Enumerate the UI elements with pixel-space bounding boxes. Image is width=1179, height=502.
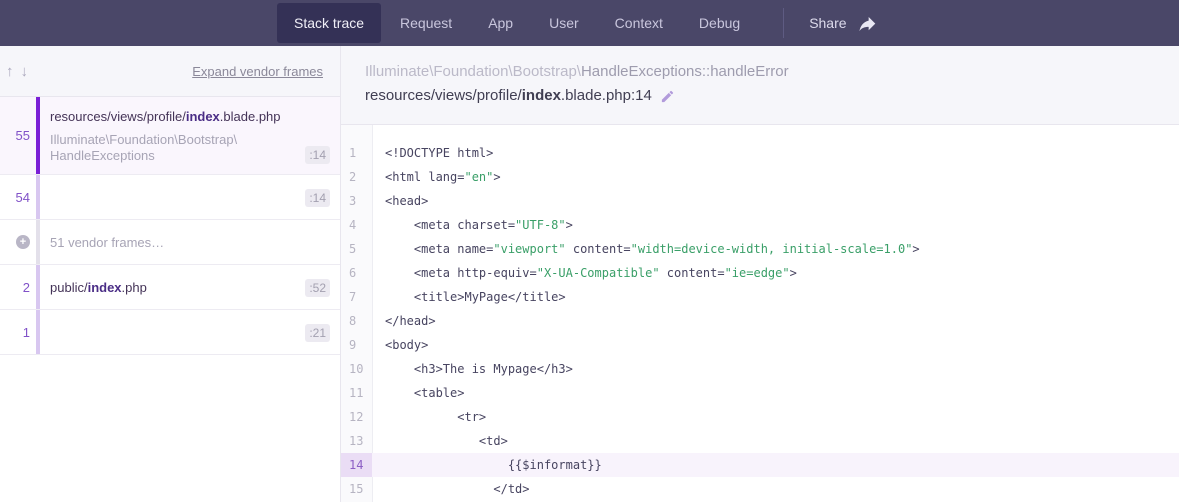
- frame-nav-up-icon[interactable]: ↑: [4, 63, 16, 80]
- line-number: 2: [341, 165, 372, 189]
- code-viewer: 1<!DOCTYPE html>2<html lang="en">3<head>…: [341, 125, 1179, 502]
- code-line: 6 <meta http-equiv="X-UA-Compatible" con…: [341, 261, 1179, 285]
- code-text: </td>: [372, 477, 1179, 501]
- stack-frame-54[interactable]: 54 :14: [0, 175, 340, 220]
- code-text: </head>: [372, 309, 1179, 333]
- code-text: <meta charset="UTF-8">: [372, 213, 1179, 237]
- frame-number: 1: [0, 310, 36, 354]
- code-text: <title>MyPage</title>: [372, 285, 1179, 309]
- share-button-label: Share: [809, 15, 846, 31]
- frame-nav-down-icon[interactable]: ↓: [19, 63, 31, 80]
- tab-request[interactable]: Request: [383, 3, 469, 43]
- code-text: <table>: [372, 381, 1179, 405]
- share-icon[interactable]: [858, 15, 877, 32]
- frames-list: 55 resources/views/profile/index.blade.ph…: [0, 97, 340, 502]
- code-text: <!DOCTYPE html>: [372, 141, 1179, 165]
- frame-file: resources/views/profile/index.blade.php: [50, 108, 330, 125]
- code-line: 12 <tr>: [341, 405, 1179, 429]
- code-text: <meta name="viewport" content="width=dev…: [372, 237, 1179, 261]
- line-number-badge: :52: [305, 279, 330, 297]
- plus-circle-icon[interactable]: +: [16, 235, 30, 249]
- tab-user[interactable]: User: [532, 3, 596, 43]
- code-text: <body>: [372, 333, 1179, 357]
- line-number: 3: [341, 189, 372, 213]
- vendor-frames-toggle[interactable]: +51 vendor frames…: [0, 220, 340, 265]
- stack-frame-2[interactable]: 2 public/index.php :52: [0, 265, 340, 310]
- class-method: HandleExceptions::handleError: [581, 63, 789, 80]
- frame-class: Illuminate\Foundation\Bootstrap\HandleEx…: [50, 132, 237, 164]
- line-number: 4: [341, 213, 372, 237]
- frame-navigation: ↑ ↓: [4, 63, 30, 80]
- line-number: 14: [341, 453, 372, 477]
- tab-app[interactable]: App: [471, 3, 530, 43]
- file-path: resources/views/profile/index.blade.php:…: [365, 87, 1159, 105]
- expand-vendor-frames-link[interactable]: Expand vendor frames: [192, 64, 323, 79]
- frame-number: 55: [0, 97, 36, 174]
- line-number-badge: :21: [305, 324, 330, 342]
- code-text: {{$informat}}: [372, 453, 1179, 477]
- code-line: 5 <meta name="viewport" content="width=d…: [341, 237, 1179, 261]
- frame-number: 54: [0, 175, 36, 219]
- pencil-icon[interactable]: [660, 89, 675, 104]
- class-namespace: Illuminate\Foundation\Bootstrap\: [365, 63, 581, 80]
- code-line: 3<head>: [341, 189, 1179, 213]
- code-line: 10 <h3>The is Mypage</h3>: [341, 357, 1179, 381]
- tab-stack-trace[interactable]: Stack trace: [277, 3, 381, 43]
- code-line: 14 {{$informat}}: [341, 453, 1179, 477]
- code-line: 2<html lang="en">: [341, 165, 1179, 189]
- edit-file-button[interactable]: [660, 89, 675, 104]
- frame-number: 2: [0, 265, 36, 309]
- line-number-badge: :14: [305, 189, 330, 207]
- code-text: <tr>: [372, 405, 1179, 429]
- code-text: <h3>The is Mypage</h3>: [372, 357, 1179, 381]
- line-number: 5: [341, 237, 372, 261]
- code-line: 15 </td>: [341, 477, 1179, 501]
- exception-class: Illuminate\Foundation\Bootstrap\HandleEx…: [365, 63, 1159, 81]
- code-text: <html lang="en">: [372, 165, 1179, 189]
- line-number: 7: [341, 285, 372, 309]
- tab-context[interactable]: Context: [598, 3, 680, 43]
- ignition-error-page: Stack traceRequestAppUserContextDebug Sh…: [0, 0, 1179, 502]
- file-path-prefix: resources/views/profile/: [365, 87, 522, 104]
- line-number: 6: [341, 261, 372, 285]
- main-panel: Illuminate\Foundation\Bootstrap\HandleEx…: [341, 46, 1179, 502]
- line-number: 1: [341, 141, 372, 165]
- line-number: 15: [341, 477, 372, 501]
- stack-frame-55[interactable]: 55 resources/views/profile/index.blade.ph…: [0, 97, 340, 175]
- nav-tabs: Stack traceRequestAppUserContextDebug: [276, 0, 758, 46]
- line-number: 9: [341, 333, 372, 357]
- frame-file: public/index.php: [50, 279, 147, 296]
- content-area: ↑ ↓ Expand vendor frames 55 resources/vie…: [0, 46, 1179, 502]
- code-line: 4 <meta charset="UTF-8">: [341, 213, 1179, 237]
- code-line: 1<!DOCTYPE html>: [341, 141, 1179, 165]
- tab-debug[interactable]: Debug: [682, 3, 757, 43]
- stack-frames-sidebar: ↑ ↓ Expand vendor frames 55 resources/vie…: [0, 46, 341, 502]
- code-line: 9<body>: [341, 333, 1179, 357]
- code-text: <meta http-equiv="X-UA-Compatible" conte…: [372, 261, 1179, 285]
- file-path-bold: index: [522, 87, 561, 104]
- nav-divider: [783, 8, 784, 38]
- top-nav: Stack traceRequestAppUserContextDebug Sh…: [0, 0, 1179, 46]
- file-path-suffix: .blade.php:14: [561, 87, 652, 104]
- sidebar-header: ↑ ↓ Expand vendor frames: [0, 46, 340, 97]
- line-number: 12: [341, 405, 372, 429]
- code-line: 7 <title>MyPage</title>: [341, 285, 1179, 309]
- code-line: 13 <td>: [341, 429, 1179, 453]
- line-number: 13: [341, 429, 372, 453]
- code-text: <td>: [372, 429, 1179, 453]
- code-line: 8</head>: [341, 309, 1179, 333]
- code-line: 11 <table>: [341, 381, 1179, 405]
- code-text: <head>: [372, 189, 1179, 213]
- frame-header: Illuminate\Foundation\Bootstrap\HandleEx…: [341, 46, 1179, 125]
- stack-frame-1[interactable]: 1 :21: [0, 310, 340, 355]
- line-number-badge: :14: [305, 146, 330, 164]
- share-button[interactable]: Share: [809, 0, 876, 46]
- line-number: 8: [341, 309, 372, 333]
- vendor-frames-label: 51 vendor frames…: [50, 235, 164, 250]
- line-number: 11: [341, 381, 372, 405]
- line-number: 10: [341, 357, 372, 381]
